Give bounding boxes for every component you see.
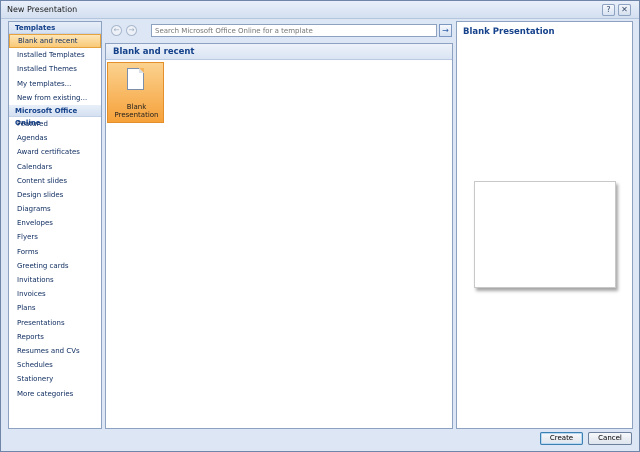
preview-panel: Blank Presentation — [456, 21, 633, 429]
category-content-slides[interactable]: Content slides — [9, 174, 101, 188]
category-forms[interactable]: Forms — [9, 245, 101, 259]
forward-arrow-icon[interactable]: → — [126, 25, 137, 36]
template-gallery: Blank and recent Blank Presentation — [105, 43, 453, 429]
category-greeting-cards[interactable]: Greeting cards — [9, 259, 101, 273]
category-award-certificates[interactable]: Award certificates — [9, 145, 101, 159]
create-button[interactable]: Create — [540, 432, 583, 445]
blank-presentation-tile[interactable]: Blank Presentation — [107, 62, 164, 123]
back-arrow-icon[interactable]: ← — [111, 25, 122, 36]
category-blank-and-recent[interactable]: Blank and recent — [9, 34, 101, 49]
category-flyers[interactable]: Flyers — [9, 230, 101, 244]
category-more-categories[interactable]: More categories — [9, 387, 101, 401]
online-section-header: Microsoft Office Online — [9, 104, 101, 127]
category-design-slides[interactable]: Design slides — [9, 188, 101, 202]
category-invoices[interactable]: Invoices — [9, 287, 101, 301]
category-stationery[interactable]: Stationery — [9, 372, 101, 386]
category-presentations[interactable]: Presentations — [9, 316, 101, 330]
tile-label: Blank Presentation — [114, 103, 159, 119]
new-presentation-dialog: New Presentation ? ✕ Templates Blank and… — [0, 0, 640, 452]
category-invitations[interactable]: Invitations — [9, 273, 101, 287]
category-installed-themes[interactable]: Installed Themes — [9, 62, 101, 76]
category-envelopes[interactable]: Envelopes — [9, 216, 101, 230]
category-plans[interactable]: Plans — [9, 301, 101, 315]
category-calendars[interactable]: Calendars — [9, 160, 101, 174]
category-reports[interactable]: Reports — [9, 330, 101, 344]
category-installed-templates[interactable]: Installed Templates — [9, 48, 101, 62]
document-icon — [127, 68, 144, 90]
navigation-bar: ← → → — [105, 21, 453, 41]
category-new-from-existing[interactable]: New from existing... — [9, 91, 101, 105]
template-browser: ← → → Blank and recent Blank Presentatio… — [105, 21, 453, 429]
category-schedules[interactable]: Schedules — [9, 358, 101, 372]
category-diagrams[interactable]: Diagrams — [9, 202, 101, 216]
help-button[interactable]: ? — [602, 4, 615, 16]
online-category-list: Featured Agendas Award certificates Calenda… — [9, 117, 101, 401]
category-resumes-and-cvs[interactable]: Resumes and CVs — [9, 344, 101, 358]
slide-preview — [474, 181, 616, 288]
title-bar: New Presentation ? ✕ — [1, 1, 639, 19]
category-featured[interactable]: Featured — [9, 117, 101, 131]
templates-section-header: Templates — [9, 22, 101, 34]
category-agendas[interactable]: Agendas — [9, 131, 101, 145]
category-my-templates[interactable]: My templates... — [9, 77, 101, 91]
cancel-button[interactable]: Cancel — [588, 432, 632, 445]
gallery-header: Blank and recent — [106, 44, 452, 60]
template-categories-panel: Templates Blank and recent Installed Tem… — [8, 21, 102, 429]
template-search-input[interactable] — [151, 24, 437, 37]
close-button[interactable]: ✕ — [618, 4, 631, 16]
search-go-icon[interactable]: → — [439, 24, 452, 37]
preview-title: Blank Presentation — [463, 27, 555, 37]
window-title: New Presentation — [7, 5, 78, 14]
